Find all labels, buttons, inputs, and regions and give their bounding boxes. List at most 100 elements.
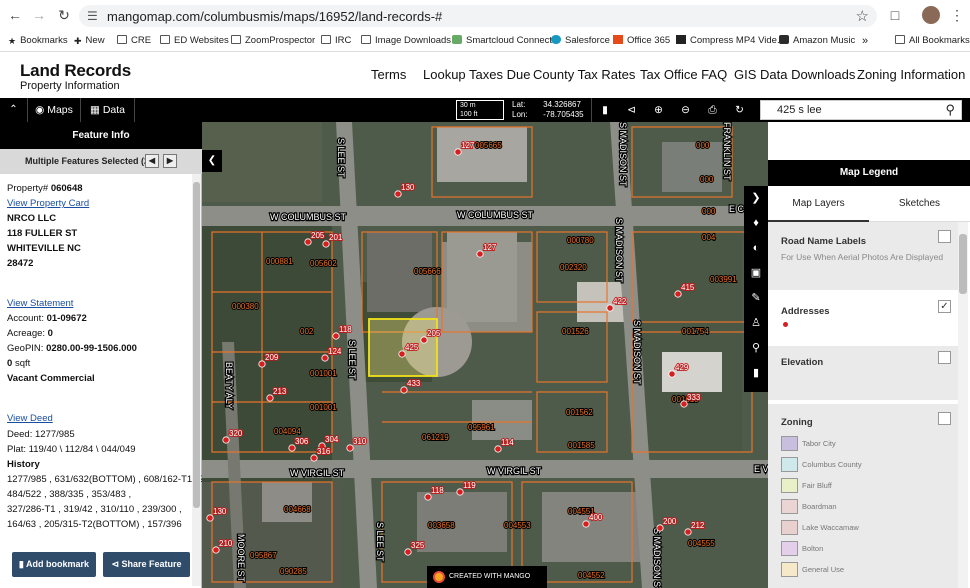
owner-line: 118 FULLER ST [7, 228, 78, 239]
nav-zoning-info[interactable]: Zoning Information [857, 67, 965, 82]
menu-icon[interactable]: ⋮ [949, 7, 965, 23]
selected-parcel[interactable] [368, 318, 438, 377]
view-deed-link[interactable]: View Deed [7, 413, 53, 424]
nav-tax-office-faq[interactable]: Tax Office FAQ [640, 67, 727, 82]
road-names-checkbox[interactable] [938, 230, 951, 243]
legend-scrollbar-thumb[interactable] [959, 234, 967, 294]
layers-icon[interactable]: ♦ [744, 211, 768, 235]
prev-feature-button[interactable]: ◀ [145, 154, 159, 168]
elevation-checkbox[interactable] [938, 351, 951, 364]
share-icon[interactable]: ⊲ [618, 98, 645, 122]
bookmark-cre[interactable]: CRE [117, 33, 151, 49]
street-label: S MADISON ST [652, 528, 662, 588]
street-label: E C [729, 204, 745, 214]
map-search[interactable]: 425 s lee ⚲ [760, 100, 962, 120]
mango-credit[interactable]: CREATED WITH MANGO [427, 566, 547, 588]
acreage-value: 0 [47, 328, 53, 339]
tab-sketches[interactable]: Sketches [869, 186, 970, 222]
bookmark-irc[interactable]: IRC [321, 33, 351, 49]
next-feature-button[interactable]: ▶ [163, 154, 177, 168]
nav-gis-downloads[interactable]: GIS Data Downloads [734, 67, 855, 82]
map-canvas[interactable]: W COLUMBUS ST W COLUMBUS ST W VIRGIL ST … [202, 122, 768, 588]
parcel-id-label: 001526 [562, 327, 589, 336]
bookmark-image-downloads[interactable]: Image Downloads [361, 33, 451, 49]
address-label: 127 [483, 243, 497, 252]
bookmark-salesforce[interactable]: Salesforce [551, 33, 610, 49]
site-header: Land Records Property Information Terms … [0, 52, 970, 98]
basemap-icon[interactable]: ◐ [744, 236, 768, 260]
zoning-checkbox[interactable] [938, 412, 951, 425]
maps-tab[interactable]: ◉ Maps [28, 98, 80, 122]
bookmark-label: Smartcloud Connect [466, 35, 553, 46]
collapse-left-panel-button[interactable]: ❮ [202, 150, 222, 172]
parcel-id-label: 095961 [468, 423, 495, 432]
share-feature-button[interactable]: ⊲ Share Feature [103, 552, 190, 577]
address-label: 429 [675, 363, 689, 372]
address-bar[interactable]: ☰ mangomap.com/columbusmis/maps/16952/la… [79, 5, 877, 27]
bookmark-bookmarks[interactable]: ★ Bookmarks [8, 33, 68, 49]
tab-map-layers[interactable]: Map Layers [768, 186, 869, 222]
zoom-in-icon[interactable]: ⊕ [645, 98, 672, 122]
layer-title: Elevation [781, 357, 824, 368]
add-bookmark-button[interactable]: ▮ Add bookmark [12, 552, 96, 577]
parcel-id-label: 003658 [428, 521, 455, 530]
folder-icon [117, 35, 127, 44]
reload-icon[interactable]: ↻ [56, 7, 72, 23]
history-label: History [7, 459, 40, 470]
site-info-icon[interactable]: ☰ [87, 9, 98, 23]
print-icon[interactable]: ⎙ [699, 98, 726, 122]
bookmark-icon[interactable]: ▮ [592, 98, 618, 122]
collapse-up-icon[interactable]: ⌃ [0, 98, 27, 122]
zoning-label: Lake Waccamaw [802, 523, 859, 532]
parcel-id-label: 004668 [284, 505, 311, 514]
panel-scrollbar-thumb[interactable] [193, 182, 200, 508]
bookmark-compress[interactable]: Compress MP4 Vide... [676, 33, 785, 49]
image-icon[interactable]: ▣ [744, 261, 768, 285]
bookmark-star-icon[interactable]: ☆ [856, 7, 869, 25]
bookmark-icon[interactable]: ▮ [744, 361, 768, 385]
nav-terms[interactable]: Terms [371, 67, 406, 82]
bookmark-zoomprospector[interactable]: ZoomProspector [231, 33, 315, 49]
view-statement-link[interactable]: View Statement [7, 298, 73, 309]
address-label: 130 [213, 507, 227, 516]
avatar[interactable] [922, 6, 940, 24]
map-tool-strip: ❯ ♦ ◐ ▣ ✎ ♙ ⚲ ▮ [744, 186, 768, 392]
data-tab[interactable]: ▦ Data [81, 98, 134, 122]
refresh-icon[interactable]: ↻ [726, 98, 753, 122]
zoning-swatch [781, 478, 798, 493]
bookmark-label: New [85, 35, 105, 46]
bookmark-new[interactable]: ✚ New [74, 33, 105, 49]
bookmark-ed-websites[interactable]: ED Websites [160, 33, 229, 49]
street-label: S LEE ST [375, 522, 385, 562]
nav-county-tax-rates[interactable]: County Tax Rates [533, 67, 635, 82]
plat-row: Plat: 119/40 \ 112/84 \ 044/049 [7, 444, 136, 455]
data-label: Data [102, 104, 126, 116]
bookmark-amazon-music[interactable]: Amazon Music [779, 33, 855, 49]
address-label: 209 [265, 353, 279, 362]
location-pin-icon[interactable]: ⚲ [744, 336, 768, 360]
forward-icon[interactable]: → [31, 7, 47, 23]
zoom-out-icon[interactable]: ⊖ [672, 98, 699, 122]
bookmark-office365[interactable]: Office 365 [613, 33, 670, 49]
nav-lookup-taxes[interactable]: Lookup Taxes Due [423, 67, 530, 82]
street-label: W VIRGIL ST [290, 468, 345, 478]
search-icon[interactable]: ⚲ [945, 102, 955, 118]
back-icon[interactable]: ← [7, 7, 23, 23]
site-title[interactable]: Land Records [20, 61, 131, 81]
aerial-map[interactable]: W COLUMBUS ST W COLUMBUS ST W VIRGIL ST … [202, 122, 768, 588]
bookmarks-overflow-icon[interactable]: » [862, 33, 868, 49]
address-label: 118 [339, 325, 352, 334]
address-label: 400 [589, 513, 603, 522]
measure-icon[interactable]: ✎ [744, 286, 768, 310]
view-property-card-link[interactable]: View Property Card [7, 198, 89, 209]
address-label: 127 [461, 141, 475, 150]
bookmark-all[interactable]: All Bookmarks [895, 33, 970, 49]
bookmark-smartcloud[interactable]: Smartcloud Connect [452, 33, 552, 49]
search-input[interactable]: 425 s lee [777, 104, 822, 116]
streetview-icon[interactable]: ♙ [744, 311, 768, 335]
deed-value: 1277/985 [35, 429, 75, 440]
extensions-icon[interactable]: □ [887, 7, 903, 23]
chevron-right-icon[interactable]: ❯ [744, 186, 768, 210]
addresses-checkbox[interactable]: ✓ [938, 300, 951, 313]
parcel-id-label: 000 [696, 141, 710, 150]
